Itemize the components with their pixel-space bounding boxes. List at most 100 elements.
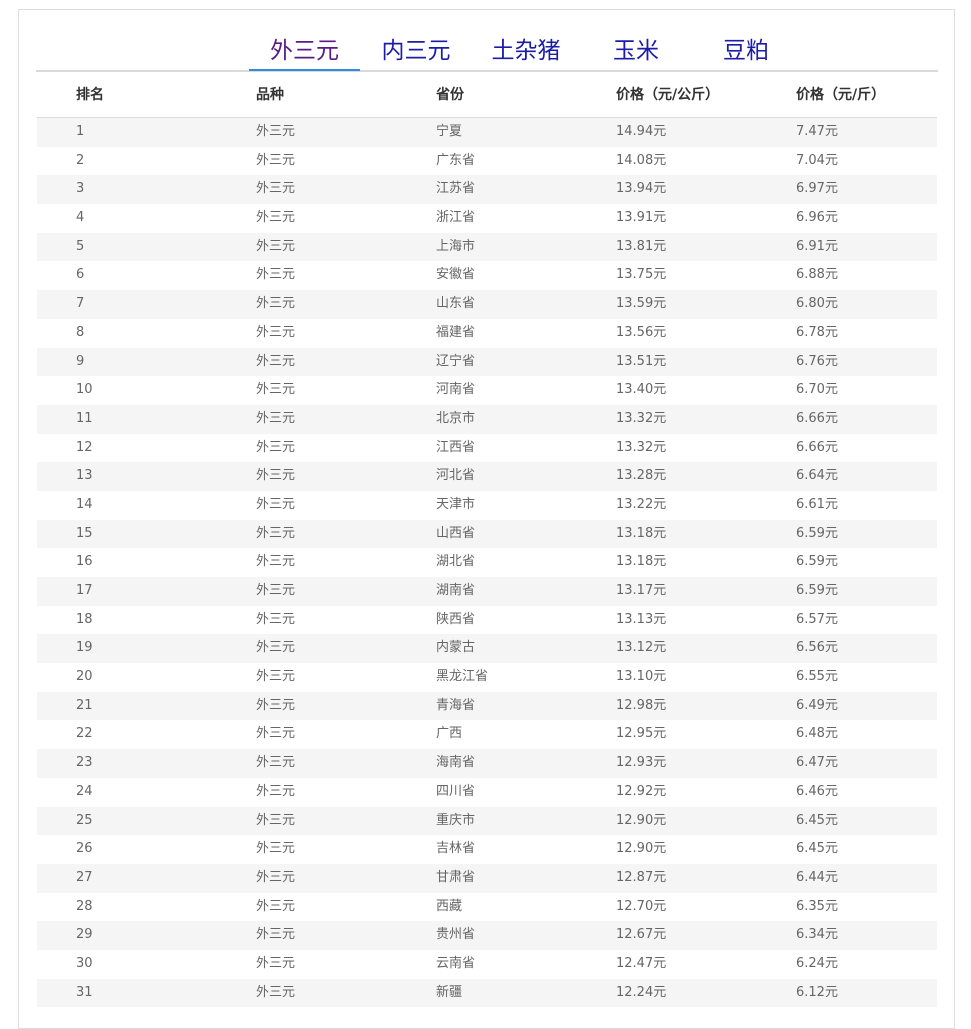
cell-province: 江西省 — [436, 439, 476, 455]
cell-rank: 7 — [76, 296, 85, 312]
cell-breed: 外三元 — [256, 496, 296, 512]
cell-province: 湖北省 — [436, 554, 476, 570]
cell-province: 陕西省 — [436, 611, 476, 627]
cell-price-per-kg: 13.10元 — [616, 669, 667, 685]
table-row: 5 外三元 上海市 13.81元 6.91元 — [37, 232, 937, 262]
cell-price-per-kg: 13.12元 — [616, 640, 667, 656]
cell-province: 天津市 — [436, 496, 476, 512]
cell-price-per-jin: 6.66元 — [796, 439, 838, 455]
column-header-price-per-jin: 价格（元/斤） — [796, 87, 886, 103]
cell-breed: 外三元 — [256, 583, 296, 598]
cell-price-per-kg: 13.32元 — [616, 410, 667, 426]
cell-price-per-jin: 6.97元 — [796, 181, 838, 197]
cell-price-per-jin: 6.64元 — [796, 468, 838, 484]
cell-price-per-kg: 13.81元 — [616, 238, 667, 254]
price-panel: 外三元 内三元 土杂猪 玉米 豆粕 排名 品种 省份 价格（元/公斤） 价格（元… — [18, 9, 955, 1029]
cell-province: 海南省 — [436, 755, 476, 771]
cell-price-per-kg: 12.67元 — [616, 927, 667, 943]
cell-price-per-jin: 6.80元 — [796, 296, 838, 312]
table-row: 3 外三元 江苏省 13.94元 6.97元 — [37, 175, 937, 205]
cell-rank: 19 — [76, 640, 93, 656]
cell-rank: 14 — [76, 496, 93, 512]
cell-province: 浙江省 — [436, 210, 476, 226]
cell-price-per-kg: 12.98元 — [616, 697, 667, 713]
cell-rank: 15 — [76, 525, 93, 541]
cell-rank: 18 — [76, 611, 93, 627]
table-row: 28 外三元 西藏 12.70元 6.35元 — [37, 892, 937, 922]
cell-price-per-kg: 13.32元 — [616, 439, 667, 455]
cell-breed: 外三元 — [256, 468, 296, 484]
cell-breed: 外三元 — [256, 382, 296, 398]
cell-province: 四川省 — [436, 783, 476, 799]
table-row: 1 外三元 宁夏 14.94元 7.47元 — [37, 118, 937, 147]
cell-rank: 1 — [76, 124, 85, 139]
column-header-breed: 品种 — [256, 87, 284, 103]
table-row: 26 外三元 吉林省 12.90元 6.45元 — [37, 835, 937, 864]
cell-rank: 22 — [76, 726, 93, 742]
cell-rank: 9 — [76, 353, 85, 369]
cell-price-per-kg: 13.18元 — [616, 554, 667, 570]
tab-bar: 外三元 内三元 土杂猪 玉米 豆粕 — [36, 10, 938, 72]
table-row: 17 外三元 湖南省 13.17元 6.59元 — [37, 577, 937, 606]
cell-price-per-kg: 12.87元 — [616, 869, 667, 885]
cell-breed: 外三元 — [256, 210, 296, 226]
cell-province: 内蒙古 — [436, 640, 476, 656]
table-row: 12 外三元 江西省 13.32元 6.66元 — [37, 433, 937, 463]
cell-breed: 外三元 — [256, 267, 296, 283]
cell-price-per-jin: 6.70元 — [796, 382, 838, 398]
table-row: 2 外三元 广东省 14.08元 7.04元 — [37, 146, 937, 176]
cell-price-per-kg: 13.40元 — [616, 382, 667, 398]
cell-rank: 6 — [76, 267, 85, 283]
cell-province: 重庆市 — [436, 812, 476, 828]
cell-price-per-jin: 6.47元 — [796, 755, 838, 771]
tab-tu-za-zhu[interactable]: 土杂猪 — [471, 32, 581, 70]
table-row: 8 外三元 福建省 13.56元 6.78元 — [37, 318, 937, 348]
cell-price-per-kg: 14.94元 — [616, 124, 667, 139]
tab-wai-san-yuan[interactable]: 外三元 — [249, 32, 360, 70]
cell-price-per-jin: 6.88元 — [796, 267, 838, 283]
cell-province: 甘肃省 — [436, 869, 476, 885]
cell-province: 辽宁省 — [436, 353, 476, 369]
cell-breed: 外三元 — [256, 439, 296, 455]
cell-province: 青海省 — [436, 697, 476, 713]
cell-price-per-kg: 13.51元 — [616, 353, 667, 369]
cell-price-per-jin: 6.78元 — [796, 324, 838, 340]
price-table: 排名 品种 省份 价格（元/公斤） 价格（元/斤） 1 外三元 宁夏 14.94元 7.… — [37, 72, 937, 1008]
cell-price-per-kg: 13.59元 — [616, 296, 667, 312]
table-row: 25 外三元 重庆市 12.90元 6.45元 — [37, 806, 937, 836]
cell-price-per-jin: 6.59元 — [796, 583, 838, 598]
cell-rank: 5 — [76, 238, 85, 254]
table-row: 22 外三元 广西 12.95元 6.48元 — [37, 720, 937, 750]
cell-price-per-kg: 13.18元 — [616, 525, 667, 541]
cell-price-per-jin: 6.35元 — [796, 898, 838, 914]
cell-rank: 28 — [76, 898, 93, 914]
cell-province: 宁夏 — [436, 124, 463, 139]
cell-price-per-jin: 6.66元 — [796, 410, 838, 426]
tab-soybean-meal[interactable]: 豆粕 — [691, 32, 801, 70]
cell-province: 新疆 — [436, 984, 463, 1000]
cell-price-per-kg: 13.56元 — [616, 324, 667, 340]
cell-breed: 外三元 — [256, 525, 296, 541]
table-row: 23 外三元 海南省 12.93元 6.47元 — [37, 749, 937, 778]
cell-price-per-kg: 13.22元 — [616, 496, 667, 512]
cell-rank: 27 — [76, 869, 93, 885]
cell-breed: 外三元 — [256, 410, 296, 426]
table-row: 30 外三元 云南省 12.47元 6.24元 — [37, 949, 937, 979]
table-row: 24 外三元 四川省 12.92元 6.46元 — [37, 777, 937, 807]
active-tab-indicator — [249, 69, 360, 71]
table-row: 16 外三元 湖北省 13.18元 6.59元 — [37, 548, 937, 577]
table-header: 排名 品种 省份 价格（元/公斤） 价格（元/斤） — [37, 72, 937, 118]
tab-nei-san-yuan[interactable]: 内三元 — [361, 32, 471, 70]
cell-rank: 3 — [76, 181, 85, 197]
cell-price-per-kg: 13.75元 — [616, 267, 667, 283]
cell-rank: 30 — [76, 955, 93, 971]
cell-province: 河北省 — [436, 468, 476, 484]
cell-rank: 25 — [76, 812, 93, 828]
cell-province: 安徽省 — [436, 267, 476, 283]
cell-price-per-kg: 12.95元 — [616, 726, 667, 742]
cell-price-per-jin: 6.44元 — [796, 869, 838, 885]
cell-rank: 2 — [76, 152, 85, 168]
cell-breed: 外三元 — [256, 783, 296, 799]
cell-price-per-kg: 12.93元 — [616, 755, 667, 771]
tab-corn[interactable]: 玉米 — [581, 32, 691, 70]
